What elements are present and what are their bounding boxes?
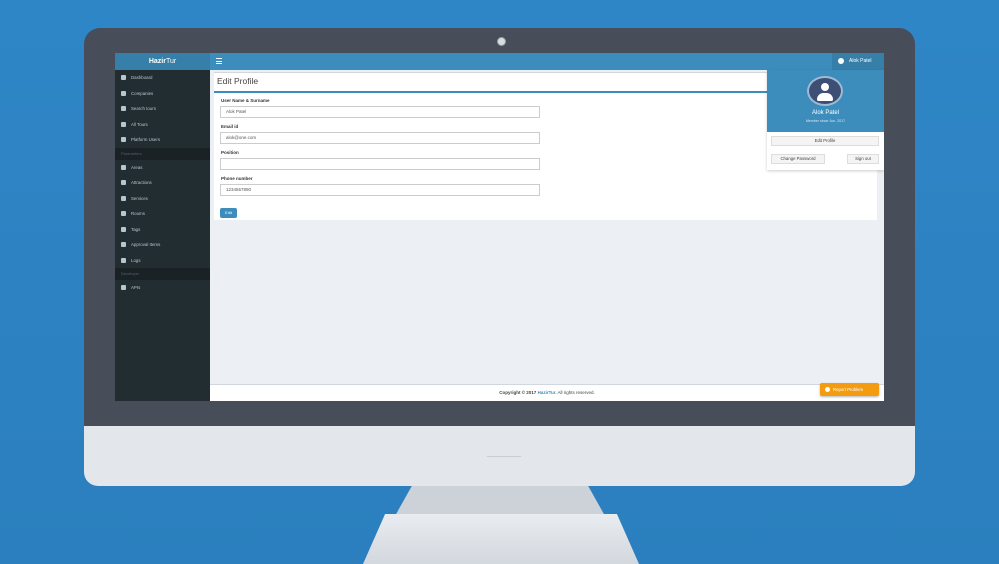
sidebar-item-label: Areas (131, 164, 143, 170)
edit-profile-button[interactable]: Edit Profile (771, 136, 879, 146)
change-password-button[interactable]: Change Password (771, 154, 825, 164)
sign-out-button[interactable]: Sign out (847, 154, 879, 164)
sidebar-item-label: Companies (131, 90, 154, 96)
dashboard-icon (121, 75, 126, 81)
bus-icon (121, 121, 126, 127)
user-header: Alok Patel Member since Jun, 2017 (767, 70, 884, 132)
sidebar-item-label: Dashboard (131, 75, 153, 80)
sidebar-item-label: Platform Users (131, 137, 161, 142)
email-label: Email id (221, 124, 239, 129)
top-navbar: HazirTur Alok Patel (115, 53, 884, 70)
report-problem-label: Report Problem (833, 387, 864, 392)
sidebar-item-label: Services (131, 195, 148, 201)
sidebar-item-label: Tags (131, 226, 141, 232)
user-menu-name: Alok Patel (849, 58, 872, 64)
app-screen: HazirTur Alok Patel Dashboard Companies … (115, 53, 884, 401)
sidebar-item-services[interactable]: Services (115, 191, 210, 207)
sidebar-item-label: Search tours (131, 106, 156, 111)
sidebar-item-platform-users[interactable]: Platform Users (115, 132, 210, 148)
sidebar-item-approval-items[interactable]: Approval Items (115, 237, 210, 253)
user-menu-toggle[interactable]: Alok Patel (832, 53, 884, 70)
sidebar-item-dashboard[interactable]: Dashboard (115, 70, 210, 86)
member-since: Member since Jun, 2017 (805, 119, 846, 123)
phone-label: Phone number (221, 176, 253, 181)
sidebar-item-logs[interactable]: Logs (115, 253, 210, 269)
sidebar-item-areas[interactable]: Areas (115, 160, 210, 176)
user-icon (121, 137, 126, 143)
logo-light: Tur (165, 58, 177, 65)
copyright-text: Copyright © 2017 (499, 390, 537, 395)
sidebar-item-search-tours[interactable]: Search tours (115, 101, 210, 117)
sidebar-item-label: Approval Items (131, 242, 161, 247)
sidebar-section-header: Parameters (115, 147, 210, 160)
sidebar-item-all-tours[interactable]: All Tours (115, 117, 210, 133)
flag-icon (121, 164, 126, 170)
user-name: Alok Patel (811, 110, 839, 116)
sidebar-item-label: Rooms (131, 211, 145, 216)
user-icon (838, 57, 844, 64)
building-icon (121, 90, 126, 96)
avatar (807, 76, 843, 106)
avatar-body (817, 93, 833, 101)
tags-icon (121, 226, 126, 232)
sidebar-item-attractions[interactable]: Attractions (115, 175, 210, 191)
report-problem-button[interactable]: Report Problem (820, 383, 879, 396)
position-label: Position (221, 150, 239, 155)
bed-icon (121, 211, 126, 217)
sidebar-item-companies[interactable]: Companies (115, 86, 210, 102)
webcam (497, 37, 506, 46)
user-dropdown: Alok Patel Member since Jun, 2017 Edit P… (767, 70, 884, 170)
position-field[interactable] (220, 158, 540, 170)
rights-text: All rights reserved. (557, 390, 595, 395)
monitor-stand-base (363, 514, 639, 564)
footer-brand-link[interactable]: HazirTur. (538, 390, 557, 395)
page-title: Edit Profile (217, 76, 259, 86)
check-square-icon (121, 195, 126, 201)
username-field[interactable]: Alok Patel (220, 106, 540, 118)
app-logo[interactable]: HazirTur (115, 53, 210, 70)
avatar-head (821, 83, 829, 91)
phone-field[interactable]: 1234567890 (220, 184, 540, 196)
history-icon (121, 257, 126, 263)
edit-button[interactable]: Edit (220, 208, 237, 218)
monitor-stand-neck (395, 486, 605, 516)
chin-divider (487, 456, 521, 457)
image-icon (121, 180, 126, 186)
username-label: User Name & Surname (221, 98, 270, 103)
sidebar-item-label: All Tours (131, 121, 148, 127)
sidebar-item-tags[interactable]: Tags (115, 222, 210, 238)
sidebar-item-label: Attractions (131, 180, 152, 185)
sidebar: Dashboard Companies Search tours All Tou… (115, 70, 210, 401)
key-icon (121, 285, 126, 291)
email-field[interactable]: alok@one.com (220, 132, 540, 144)
sidebar-item-label: APIs (131, 285, 141, 290)
sidebar-item-rooms[interactable]: Rooms (115, 206, 210, 222)
logo-bold: Hazir (148, 58, 166, 65)
hamburger-icon[interactable] (216, 58, 222, 64)
gear-icon (825, 387, 830, 393)
bus-icon (121, 106, 126, 112)
sidebar-item-label: Logs (131, 257, 141, 263)
list-icon (121, 242, 126, 248)
sidebar-item-apis[interactable]: APIs (115, 280, 210, 296)
sidebar-section-header: Developer (115, 268, 210, 280)
footer: Copyright © 2017 HazirTur. All rights re… (210, 384, 884, 401)
